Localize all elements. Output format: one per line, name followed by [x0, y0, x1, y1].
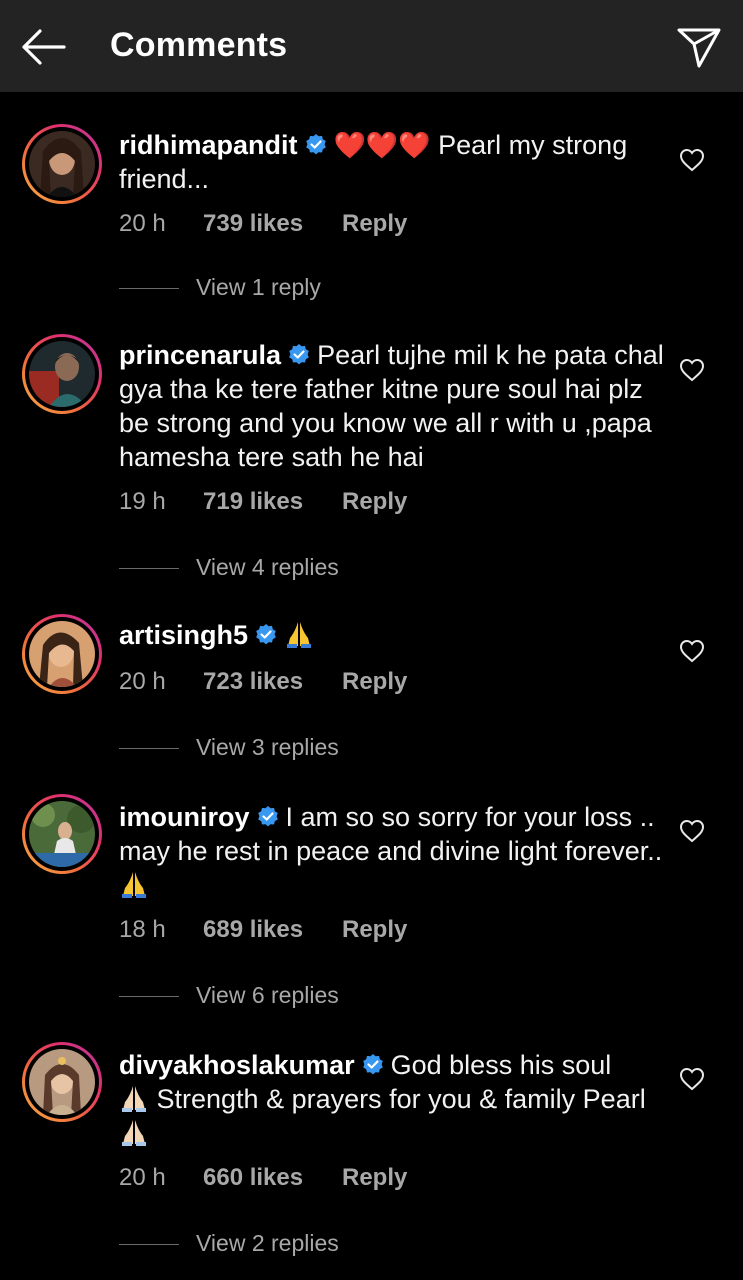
reply-button[interactable]: Reply: [342, 1164, 407, 1192]
comment-likes[interactable]: 723 likes: [203, 668, 342, 696]
comment-username[interactable]: ridhimapandit: [119, 130, 298, 160]
comment-meta: 20 h 739 likes Reply: [119, 210, 407, 238]
divider-line: [119, 1244, 179, 1246]
comment-time: 18 h: [119, 916, 166, 943]
comment-meta: 20 h 660 likes Reply: [119, 1164, 407, 1192]
comment-likes[interactable]: 719 likes: [203, 488, 342, 516]
view-replies-button[interactable]: View 4 replies: [119, 554, 339, 581]
reply-button[interactable]: Reply: [342, 916, 407, 944]
avatar[interactable]: [22, 334, 102, 414]
verified-badge-icon: [256, 624, 276, 645]
comment-time: 20 h: [119, 210, 166, 237]
view-replies-button[interactable]: View 3 replies: [119, 734, 339, 761]
comment-username[interactable]: divyakhoslakumar: [119, 1050, 355, 1080]
view-replies-label: View 6 replies: [196, 982, 339, 1008]
verified-badge-icon: [289, 344, 309, 365]
comment-username[interactable]: imouniroy: [119, 802, 250, 832]
divider-line: [119, 748, 179, 750]
comment-body-part2: Strength & prayers for you & family Pear…: [149, 1084, 646, 1114]
heart-emoji: ❤️❤️❤️: [333, 130, 431, 160]
avatar[interactable]: [22, 124, 102, 204]
folded-hands-emoji-icon: [287, 622, 312, 648]
comment-text: divyakhoslakumar God bless his soul Stren…: [119, 1048, 664, 1150]
view-replies-label: View 3 replies: [196, 734, 339, 760]
view-replies-button[interactable]: View 1 reply: [119, 274, 321, 301]
divider-line: [119, 568, 179, 570]
verified-badge-icon: [305, 134, 326, 155]
comment-time: 19 h: [119, 488, 166, 515]
comment-text: artisingh5: [119, 618, 664, 652]
verified-badge-icon: [257, 806, 278, 827]
reply-button[interactable]: Reply: [342, 668, 407, 696]
comment-meta: 18 h 689 likes Reply: [119, 916, 407, 944]
like-heart-icon[interactable]: [679, 1067, 705, 1091]
reply-button[interactable]: Reply: [342, 488, 407, 516]
comment-username[interactable]: artisingh5: [119, 620, 248, 650]
reply-button[interactable]: Reply: [342, 210, 407, 238]
like-heart-icon[interactable]: [679, 639, 705, 663]
folded-hands-emoji-icon: [122, 1120, 146, 1146]
comment-text: princenarula Pearl tujhe mil k he pata ch…: [119, 338, 664, 474]
avatar[interactable]: [22, 794, 102, 874]
view-replies-label: View 1 reply: [196, 274, 321, 300]
divider-line: [119, 996, 179, 998]
folded-hands-emoji-icon: [122, 1086, 146, 1112]
divider-line: [119, 288, 179, 290]
avatar[interactable]: [22, 1042, 102, 1122]
folded-hands-emoji-icon: [122, 872, 146, 898]
comment-meta: 20 h 723 likes Reply: [119, 668, 407, 696]
paper-plane-icon[interactable]: [676, 26, 722, 70]
comment-text: ridhimapandit ❤️❤️❤️ Pearl my strong frie…: [119, 128, 664, 196]
avatar[interactable]: [22, 614, 102, 694]
comment-likes[interactable]: 689 likes: [203, 916, 342, 944]
comment-time: 20 h: [119, 668, 166, 695]
comment-meta: 19 h 719 likes Reply: [119, 488, 407, 516]
view-replies-label: View 4 replies: [196, 554, 339, 580]
comment-time: 20 h: [119, 1164, 166, 1191]
arrow-left-icon[interactable]: [20, 27, 68, 67]
view-replies-button[interactable]: View 2 replies: [119, 1230, 339, 1257]
like-heart-icon[interactable]: [679, 358, 705, 382]
comment-text: imouniroy I am so so sorry for your loss …: [119, 800, 664, 902]
comment-likes[interactable]: 739 likes: [203, 210, 342, 238]
view-replies-label: View 2 replies: [196, 1230, 339, 1256]
comment-username[interactable]: princenarula: [119, 340, 281, 370]
comment-body-part1: God bless his soul: [390, 1050, 612, 1080]
verified-badge-icon: [362, 1054, 383, 1075]
comment-likes[interactable]: 660 likes: [203, 1164, 342, 1192]
like-heart-icon[interactable]: [679, 819, 705, 843]
page-title: Comments: [110, 26, 288, 64]
like-heart-icon[interactable]: [679, 148, 705, 172]
view-replies-button[interactable]: View 6 replies: [119, 982, 339, 1009]
header-bar: Comments: [0, 0, 743, 92]
